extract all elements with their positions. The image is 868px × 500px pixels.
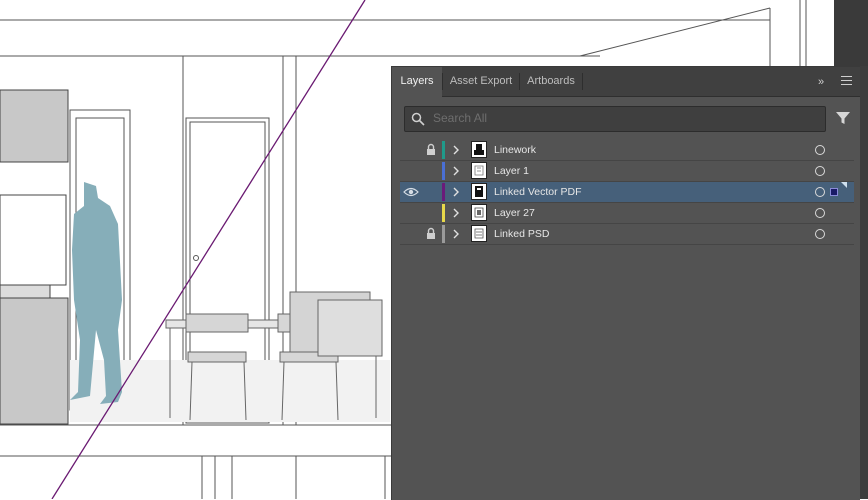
panel-menu-icon[interactable]: [841, 76, 853, 87]
target-icon[interactable]: [815, 187, 825, 197]
visibility-toggle[interactable]: [401, 224, 421, 244]
layer-row-linked-vector-pdf[interactable]: Linked Vector PDF: [400, 182, 854, 203]
panel-tab-bar: Layers Asset Export Artboards »: [392, 67, 860, 97]
layer-search-field: [404, 106, 826, 132]
layer-row-linked-psd[interactable]: Linked PSD: [400, 224, 854, 245]
layer-thumbnail: [471, 204, 487, 221]
layer-row-layer-27[interactable]: Layer 27: [400, 203, 854, 224]
window-chrome-top-right: [834, 0, 868, 66]
chevron-right-icon[interactable]: [451, 143, 461, 157]
layer-name[interactable]: Linked PSD: [494, 224, 549, 244]
tab-artboards[interactable]: Artboards: [520, 67, 582, 96]
layers-list: Linework Layer 1 Linked Vector PDF Layer…: [400, 140, 854, 245]
chevron-right-icon[interactable]: [451, 206, 461, 220]
layer-row-layer-1[interactable]: Layer 1: [400, 161, 854, 182]
search-input[interactable]: [433, 109, 813, 127]
chevron-right-icon[interactable]: [451, 227, 461, 241]
visibility-toggle[interactable]: [401, 161, 421, 181]
layer-name[interactable]: Linework: [494, 140, 536, 160]
layer-color-swatch: [442, 141, 445, 159]
filter-icon[interactable]: [835, 110, 851, 126]
layer-thumbnail: [471, 183, 487, 200]
layer-color-swatch: [442, 162, 445, 180]
layer-name[interactable]: Linked Vector PDF: [494, 182, 582, 202]
target-icon[interactable]: [815, 208, 825, 218]
chevron-right-icon[interactable]: [451, 164, 461, 178]
layer-color-swatch: [442, 183, 445, 201]
layer-name[interactable]: Layer 1: [494, 161, 529, 181]
layer-thumbnail: [471, 162, 487, 179]
layer-name[interactable]: Layer 27: [494, 203, 535, 223]
selection-indicator[interactable]: [830, 188, 838, 196]
eye-icon[interactable]: [401, 182, 421, 202]
layer-thumbnail: [471, 225, 487, 242]
visibility-toggle[interactable]: [401, 203, 421, 223]
target-icon[interactable]: [815, 166, 825, 176]
tab-layers[interactable]: Layers: [392, 67, 442, 97]
tab-asset-export[interactable]: Asset Export: [443, 67, 519, 96]
collapse-panel-button[interactable]: »: [818, 75, 830, 89]
panel-scroll-strip[interactable]: [859, 66, 868, 499]
lock-icon[interactable]: [424, 226, 438, 242]
target-icon[interactable]: [815, 145, 825, 155]
layers-panel: Layers Asset Export Artboards » Search A…: [391, 66, 860, 500]
layer-color-swatch: [442, 204, 445, 222]
current-layer-indicator: [841, 182, 847, 188]
target-icon[interactable]: [815, 229, 825, 239]
layer-row-linework[interactable]: Linework: [400, 140, 854, 161]
visibility-toggle[interactable]: [401, 140, 421, 160]
layer-color-swatch: [442, 225, 445, 243]
lock-icon[interactable]: [424, 142, 438, 158]
search-icon: [411, 112, 425, 126]
chevron-right-icon[interactable]: [451, 185, 461, 199]
layer-thumbnail: [471, 141, 487, 158]
